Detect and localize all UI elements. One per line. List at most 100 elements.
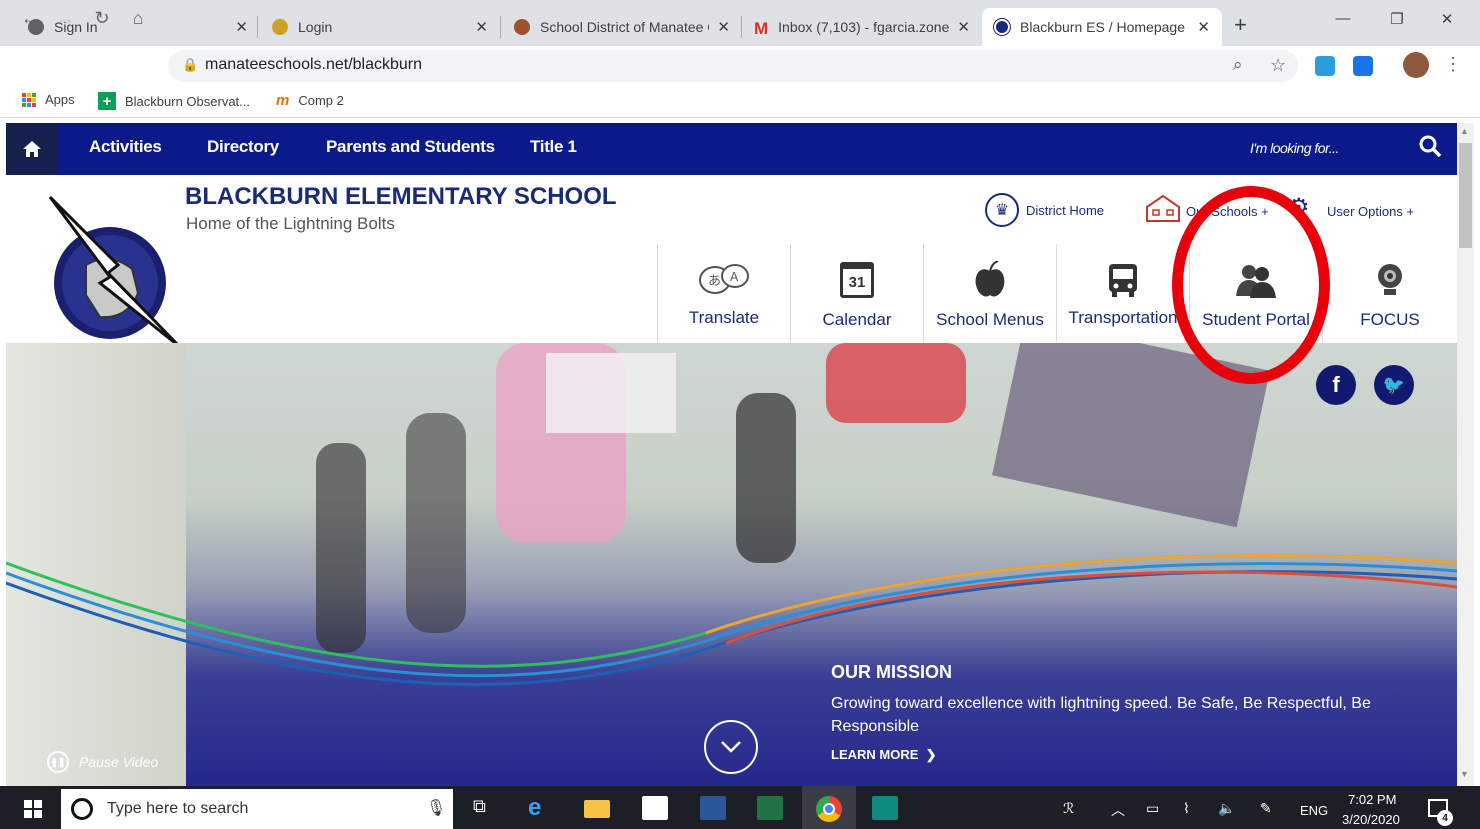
bookmark-apps[interactable]: Apps — [22, 92, 75, 107]
clock-date[interactable]: 3/20/2020 — [1342, 812, 1400, 827]
twitter-icon[interactable]: 🐦 — [1374, 365, 1414, 405]
people-icon[interactable]: ℛ — [1063, 800, 1074, 817]
tab-title: Inbox (7,103) - fgarcia.zone — [778, 19, 950, 35]
district-home-link[interactable]: District Home — [1026, 203, 1104, 218]
cortana-icon — [71, 798, 93, 820]
page-scrollbar[interactable]: ▲ ▼ — [1457, 123, 1474, 786]
extension-icon[interactable] — [1353, 56, 1373, 76]
scroll-up-icon[interactable]: ▲ — [1460, 126, 1469, 136]
reload-icon[interactable]: ↻ — [90, 8, 114, 29]
wifi-icon[interactable]: ⌇ — [1183, 800, 1190, 817]
minimize-icon[interactable]: — — [1320, 10, 1366, 27]
mission-text: Growing toward excellence with lightning… — [831, 695, 1371, 735]
quick-link-translate[interactable]: あA Translate — [657, 244, 790, 342]
microphone-icon[interactable]: 🎙 — [426, 798, 446, 818]
pause-video-label: Pause Video — [79, 754, 159, 770]
home-icon[interactable]: ⌂ — [126, 8, 150, 29]
tab-title: Login — [298, 19, 333, 35]
district-icon: ♛ — [985, 193, 1019, 227]
nav-activities[interactable]: Activities — [89, 137, 162, 157]
house-icon — [22, 141, 41, 157]
bookmark-comp-2[interactable]: m Comp 2 — [276, 92, 344, 109]
windows-start-icon[interactable] — [24, 800, 42, 823]
chevron-up-icon[interactable]: ︿ — [1111, 800, 1125, 820]
new-tab-button[interactable]: + — [1234, 12, 1247, 38]
site-search-input[interactable]: I'm looking for... — [1250, 140, 1339, 156]
excel-icon[interactable] — [757, 796, 783, 820]
school-tagline: Home of the Lightning Bolts — [186, 214, 395, 233]
user-options-link[interactable]: User Options + — [1327, 204, 1414, 219]
gmail-icon: M — [754, 19, 769, 38]
quick-link-label: School Menus — [936, 310, 1044, 329]
publisher-icon[interactable] — [872, 796, 898, 820]
tab-school-district[interactable]: School District of Manatee C ✕ — [502, 8, 742, 46]
scroll-down-button[interactable] — [704, 720, 758, 774]
battery-icon[interactable]: ▭ — [1146, 800, 1159, 817]
mission-title: OUR MISSION — [831, 662, 953, 682]
quick-link-label: Transportation — [1068, 308, 1178, 327]
hero-figure — [826, 343, 966, 423]
search-icon[interactable] — [1418, 134, 1442, 163]
file-explorer-icon[interactable] — [584, 800, 610, 818]
school-logo[interactable] — [48, 195, 188, 355]
task-view-icon[interactable]: ⧉ — [473, 796, 486, 817]
edge-icon[interactable]: e — [528, 794, 541, 822]
quick-link-calendar[interactable]: 31 Calendar — [790, 244, 923, 342]
district-favicon-icon — [514, 19, 530, 35]
nav-parents-and-students[interactable]: Parents and Students — [326, 137, 495, 157]
tab-blackburn[interactable]: Blackburn ES / Homepage ✕ — [982, 8, 1222, 46]
comp-favicon-icon: m — [276, 92, 290, 109]
close-icon[interactable]: ✕ — [475, 18, 488, 36]
login-favicon-icon — [272, 19, 288, 35]
learn-more-link[interactable]: LEARN MORE ❯ — [831, 747, 937, 763]
nav-directory[interactable]: Directory — [207, 137, 279, 157]
url-text[interactable]: manateeschools.net/blackburn — [205, 56, 422, 74]
store-icon[interactable] — [642, 796, 668, 820]
bookmark-label: Comp 2 — [298, 93, 344, 108]
forward-icon[interactable]: → — [54, 8, 78, 29]
quick-link-focus[interactable]: FOCUS — [1322, 244, 1457, 342]
bookmark-label: Apps — [45, 92, 75, 107]
learn-more-label: LEARN MORE — [831, 747, 919, 762]
clock-time[interactable]: 7:02 PM — [1348, 792, 1396, 807]
tab-inbox[interactable]: M Inbox (7,103) - fgarcia.zone ✕ — [742, 8, 982, 46]
facebook-icon[interactable]: f — [1316, 365, 1356, 405]
pause-video-button[interactable]: ❚❚ Pause Video — [47, 751, 158, 773]
highlight-circle — [1172, 186, 1330, 384]
bookmark-blackburn-observat[interactable]: + Blackburn Observat... — [98, 92, 250, 110]
tab-title: School District of Manatee C — [540, 19, 710, 35]
close-icon[interactable]: ✕ — [1197, 18, 1210, 36]
tab-title: Blackburn ES / Homepage — [1020, 19, 1185, 35]
site-home-button[interactable] — [6, 123, 57, 175]
apple-icon — [924, 258, 1056, 302]
close-icon[interactable]: ✕ — [957, 18, 970, 36]
restore-icon[interactable]: ❐ — [1374, 10, 1420, 28]
translate-icon: あA — [658, 258, 790, 302]
pen-icon[interactable]: ✎ — [1260, 800, 1272, 817]
menu-icon[interactable]: ⋮ — [1444, 54, 1462, 75]
quick-link-transportation[interactable]: Transportation — [1056, 244, 1189, 342]
extension-cloud-icon[interactable] — [1315, 56, 1335, 76]
zoom-icon[interactable]: ⌕ — [1233, 55, 1243, 75]
scroll-thumb[interactable] — [1459, 143, 1472, 248]
close-icon[interactable]: ✕ — [717, 18, 730, 36]
bus-icon — [1057, 258, 1189, 302]
taskbar-search-input[interactable]: Type here to search — [107, 800, 248, 818]
svg-text:あ: あ — [708, 274, 721, 289]
nav-title-1[interactable]: Title 1 — [530, 137, 577, 157]
language-indicator[interactable]: ENG — [1300, 803, 1328, 818]
avatar[interactable] — [1403, 52, 1429, 78]
quick-link-school-menus[interactable]: School Menus — [923, 244, 1056, 342]
volume-icon[interactable]: 🔈 — [1218, 800, 1235, 817]
close-icon[interactable]: ✕ — [235, 18, 248, 36]
school-building-icon — [1145, 193, 1181, 228]
blackburn-favicon-icon — [994, 19, 1010, 35]
bookmark-label: Blackburn Observat... — [125, 93, 250, 109]
bookmark-star-icon[interactable]: ☆ — [1270, 55, 1286, 76]
tab-login[interactable]: Login ✕ — [260, 8, 500, 46]
word-icon[interactable] — [700, 796, 726, 820]
notification-count-badge: 4 — [1437, 810, 1453, 826]
window-close-icon[interactable]: ✕ — [1424, 10, 1470, 28]
back-icon[interactable]: ← — [18, 8, 42, 29]
scroll-down-icon[interactable]: ▼ — [1460, 769, 1469, 779]
